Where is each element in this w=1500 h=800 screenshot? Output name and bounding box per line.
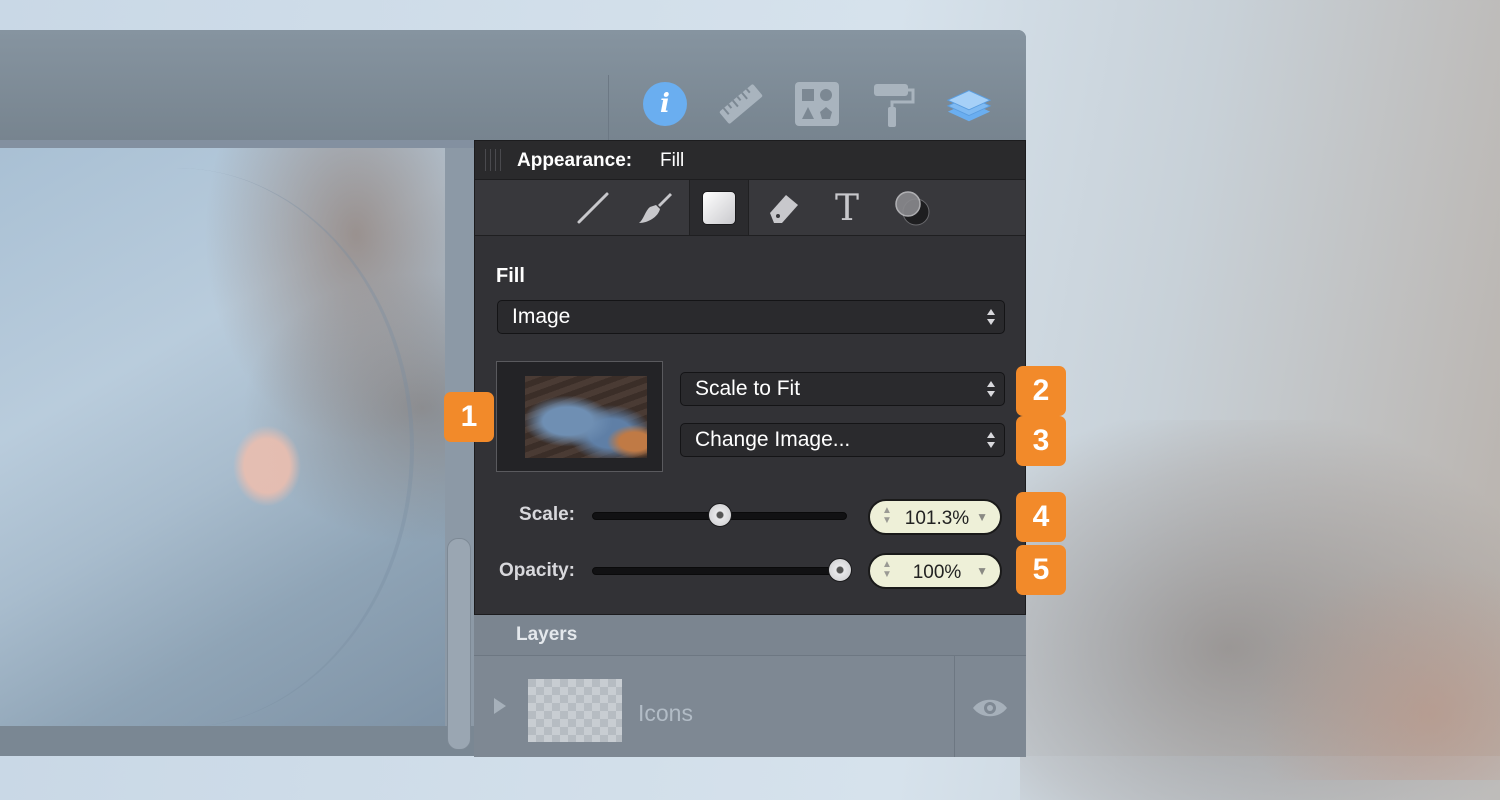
- select-arrows-icon: [987, 381, 995, 397]
- fill-section-label: Fill: [496, 265, 525, 287]
- appearance-panel: Appearance: Fill T Fill Image Scale to F…: [474, 140, 1026, 615]
- select-arrows-icon: [987, 432, 995, 448]
- fill-type-select[interactable]: Image: [497, 300, 1005, 334]
- window-toolbar: i: [0, 30, 1026, 141]
- select-arrows-icon: [987, 309, 995, 325]
- opacity-slider-track[interactable]: [592, 567, 852, 575]
- brush-icon[interactable]: [633, 186, 677, 230]
- scale-value-stepper[interactable]: ▲ ▼ 101.3% ▼: [868, 499, 1002, 535]
- fill-type-value: Image: [512, 305, 571, 328]
- layers-icon[interactable]: [945, 80, 993, 128]
- opacity-value-stepper[interactable]: ▲ ▼ 100% ▼: [868, 553, 1002, 589]
- callout-badge-1: 1: [444, 392, 494, 442]
- scale-mode-value: Scale to Fit: [695, 377, 801, 400]
- layers-header: Layers: [474, 615, 1026, 655]
- change-image-select[interactable]: Change Image...: [680, 423, 1005, 457]
- opacity-slider-knob[interactable]: [828, 558, 852, 582]
- shapes-icon[interactable]: [793, 80, 841, 128]
- scale-slider-knob[interactable]: [707, 503, 732, 527]
- image-preview-well[interactable]: [496, 361, 663, 472]
- disclosure-triangle-icon[interactable]: [494, 698, 506, 714]
- canvas-denim-fold: [0, 168, 414, 726]
- layer-thumbnail: [528, 679, 622, 742]
- canvas-image: [0, 148, 445, 726]
- panel-header: Appearance: Fill: [475, 141, 1025, 180]
- scale-label: Scale:: [519, 504, 575, 525]
- shadow-icon[interactable]: [890, 186, 934, 230]
- image-thumbnail: [525, 376, 647, 458]
- desktop-background-blur-warm: [1250, 560, 1500, 780]
- paint-roller-icon[interactable]: [869, 80, 917, 128]
- callout-badge-5: 5: [1016, 545, 1066, 595]
- appearance-tool-row: T: [475, 180, 1025, 236]
- toolbar-divider: [608, 75, 609, 140]
- info-icon[interactable]: i: [641, 80, 689, 128]
- callout-badge-4: 4: [1016, 492, 1066, 542]
- layer-row-divider: [954, 656, 955, 757]
- panel-grip-handle[interactable]: [485, 149, 505, 171]
- callout-badge-2: 2: [1016, 366, 1066, 416]
- dropdown-arrow-icon[interactable]: ▼: [976, 564, 988, 578]
- text-glyph: T: [834, 187, 859, 229]
- info-glyph: i: [643, 82, 687, 126]
- layers-title: Layers: [516, 624, 578, 645]
- eye-icon[interactable]: [971, 696, 1009, 725]
- dropdown-arrow-icon[interactable]: ▼: [976, 510, 988, 524]
- layer-name: Icons: [638, 700, 693, 726]
- ruler-icon[interactable]: [717, 80, 765, 128]
- change-image-label: Change Image...: [695, 428, 851, 451]
- layer-row[interactable]: Icons: [474, 655, 1026, 757]
- panel-subtitle: Fill: [660, 150, 685, 171]
- eraser-icon[interactable]: [761, 186, 805, 230]
- callout-badge-3: 3: [1016, 416, 1066, 466]
- fill-square-glyph: [702, 190, 736, 225]
- scale-mode-select[interactable]: Scale to Fit: [680, 372, 1005, 406]
- panel-title: Appearance:: [517, 150, 633, 171]
- line-icon[interactable]: [571, 186, 615, 230]
- fill-icon[interactable]: [689, 180, 749, 235]
- opacity-label: Opacity:: [498, 560, 575, 581]
- vertical-scrollbar-thumb[interactable]: [447, 538, 471, 750]
- text-icon[interactable]: T: [825, 186, 869, 230]
